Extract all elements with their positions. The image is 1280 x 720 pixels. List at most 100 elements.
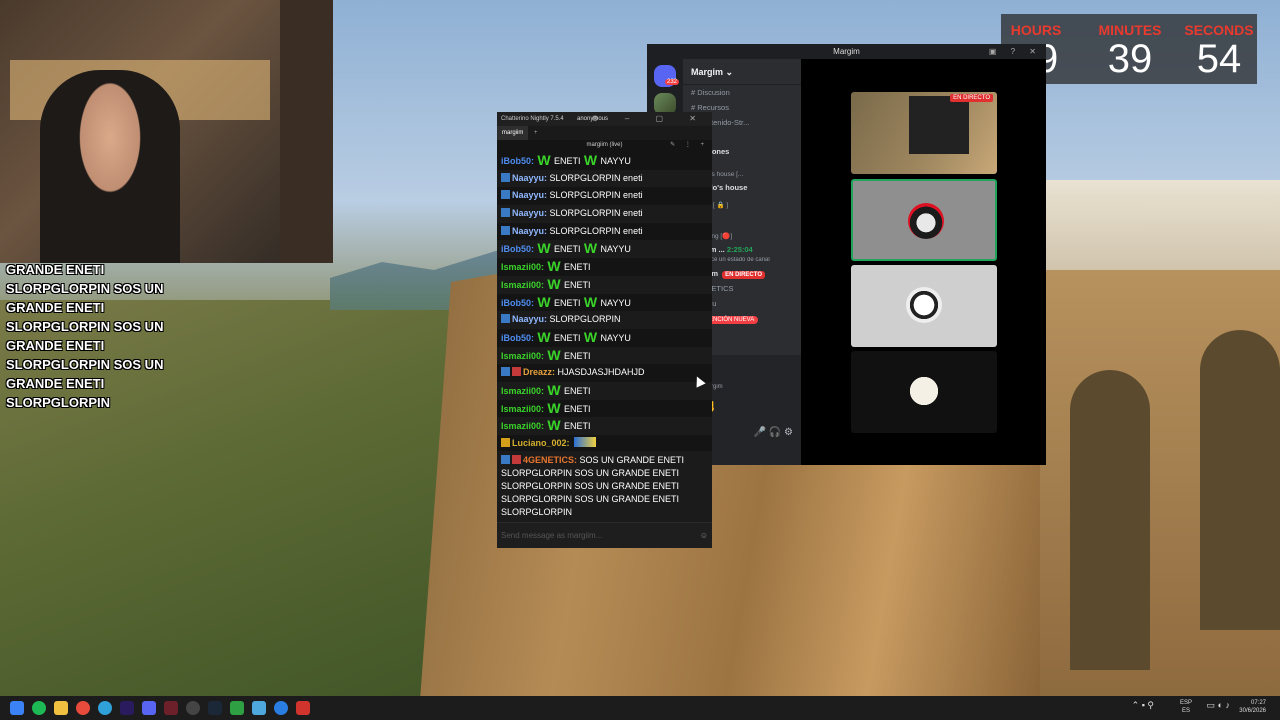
chat-message: iBob50: W ENETI W NAYYU [497,240,712,259]
start-icon[interactable] [10,701,24,715]
message-username[interactable]: Naayyu: [512,208,547,218]
app-icon[interactable] [164,701,178,715]
premiere-icon[interactable] [120,701,134,715]
stream-live-badge: EN DIRECTO [950,94,993,102]
seconds-label: SECONDS [1184,22,1254,38]
channel-discusion[interactable]: # Discusion [683,85,801,100]
participant-tile[interactable] [851,351,997,433]
window-controls[interactable]: ⚙ – ▢ ✕ [591,112,708,126]
obs-icon[interactable] [186,701,200,715]
message-username[interactable]: iBob50: [501,333,534,343]
message-text: ENETI [554,244,581,255]
message-text: ENETI [564,279,591,290]
badge-icon [501,208,510,218]
message-username[interactable]: Ismazii00: [501,421,544,431]
bridge-arch [1070,370,1150,670]
avatar [908,203,944,239]
message-text: ENETI [554,332,581,343]
folder-icon[interactable] [54,701,68,715]
notepad-icon[interactable] [252,701,266,715]
webcam-shelf [280,0,333,263]
emote-w[interactable]: W [583,329,599,346]
chat-input[interactable]: Send message as margiim... ☺ [497,522,712,548]
participant-tile[interactable] [851,179,997,261]
message-username[interactable]: Ismazii00: [501,386,544,396]
message-username[interactable]: Ismazii00: [501,404,544,414]
chatterino-window: Chatterino Nightly 7.5.4 anonymous ⚙ – ▢… [497,112,712,548]
emote-w[interactable]: W [546,417,562,434]
streamer [40,70,180,263]
message-username[interactable]: Naayyu: [512,314,547,324]
add-tab-button[interactable]: + [534,130,538,136]
emote-w[interactable]: W [583,152,599,169]
channel-header: margiim (live) ✎ ⋮ + [497,140,712,150]
message-username[interactable]: iBob50: [501,244,534,254]
avatar [906,287,942,323]
tab-margiim[interactable]: margiim [497,126,529,140]
emote-w[interactable]: W [536,152,552,169]
edge-icon[interactable] [98,701,112,715]
stream-tile[interactable]: EN DIRECTO [851,92,997,174]
message-username[interactable]: Ismazii00: [501,351,544,361]
discord-icon[interactable] [142,701,156,715]
emote-w[interactable]: W [546,276,562,293]
emote-w[interactable]: W [536,240,552,257]
message-text: HJASDJASJHDAHJD [557,367,645,378]
message-text: SLORPGLORPIN eneti [549,225,643,236]
message-text: ENETI [564,421,591,432]
message-text: NAYYU [600,156,631,166]
chrome-icon[interactable] [76,701,90,715]
emote-w[interactable]: W [583,294,599,311]
message-username[interactable]: Naayyu: [512,226,547,236]
participant-tile[interactable] [851,265,997,347]
clock[interactable]: 07:27 30/6/2026 [1239,699,1266,715]
emote-button[interactable]: ☺ [700,523,708,549]
message-username[interactable]: Dreazz: [523,367,555,377]
emote-image[interactable] [574,437,597,447]
emote-w[interactable]: W [546,258,562,275]
emote-w[interactable]: W [536,294,552,311]
message-text: ENETI [564,262,591,273]
emote-w[interactable]: W [583,240,599,257]
server-name[interactable]: Margim ⌄ [683,59,801,85]
channel-header-icons[interactable]: ✎ ⋮ + [670,140,708,150]
avatar [906,373,942,409]
timer-seconds: SECONDS 54 [1181,14,1257,80]
minutes-value: 39 [1107,37,1153,81]
steam-icon[interactable] [208,701,222,715]
window-controls[interactable]: ▣ ? ✕ [989,44,1042,59]
live-badge: EN DIRECTO [722,271,765,279]
discord-titlebar: Margim ▣ ? ✕ [647,44,1046,59]
app-icon[interactable] [296,701,310,715]
emote-w[interactable]: W [546,347,562,364]
tray-icons[interactable]: ⌃ ▪ ⚲ [1132,700,1154,711]
stage-area: EN DIRECTO [801,59,1046,465]
language-indicator[interactable]: ESP ES [1180,699,1192,715]
spotify-icon[interactable] [32,701,46,715]
message-username[interactable]: 4GENETICS: [523,455,577,465]
windows-taskbar: ⌃ ▪ ⚲ ESP ES ▭ ◐ ♪ 07:27 30/6/2026 [0,696,1280,720]
chat-message: 4GENETICS: SOS UN GRANDE ENETI SLORPGLOR… [497,451,712,522]
badge-icon [512,455,521,464]
seconds-value: 54 [1196,37,1242,81]
emote-w[interactable]: W [536,329,552,346]
message-username[interactable]: Ismazii00: [501,280,544,290]
message-username[interactable]: Ismazii00: [501,262,544,272]
chat-message: Ismazii00: W ENETI [497,258,712,276]
emote-w[interactable]: W [546,400,562,417]
message-username[interactable]: Naayyu: [512,173,547,183]
webcam-overlay [0,0,333,263]
chatterino-icon[interactable] [274,701,288,715]
bridge-arch [1200,330,1280,630]
emote-w[interactable]: W [546,382,562,399]
message-username[interactable]: Naayyu: [512,190,547,200]
badge-icon [501,190,510,200]
discord-window-title: Margim [833,47,860,56]
message-list: iBob50: W ENETI W NAYYU Naayyu: SLORPGLORPIN … [497,152,712,453]
message-username[interactable]: Luciano_002: [512,438,570,448]
message-username[interactable]: iBob50: [501,298,534,308]
app-icon[interactable] [230,701,244,715]
message-text: ENETI [554,297,581,308]
network-volume-icons[interactable]: ▭ ◐ ♪ [1207,700,1230,711]
message-username[interactable]: iBob50: [501,156,534,166]
